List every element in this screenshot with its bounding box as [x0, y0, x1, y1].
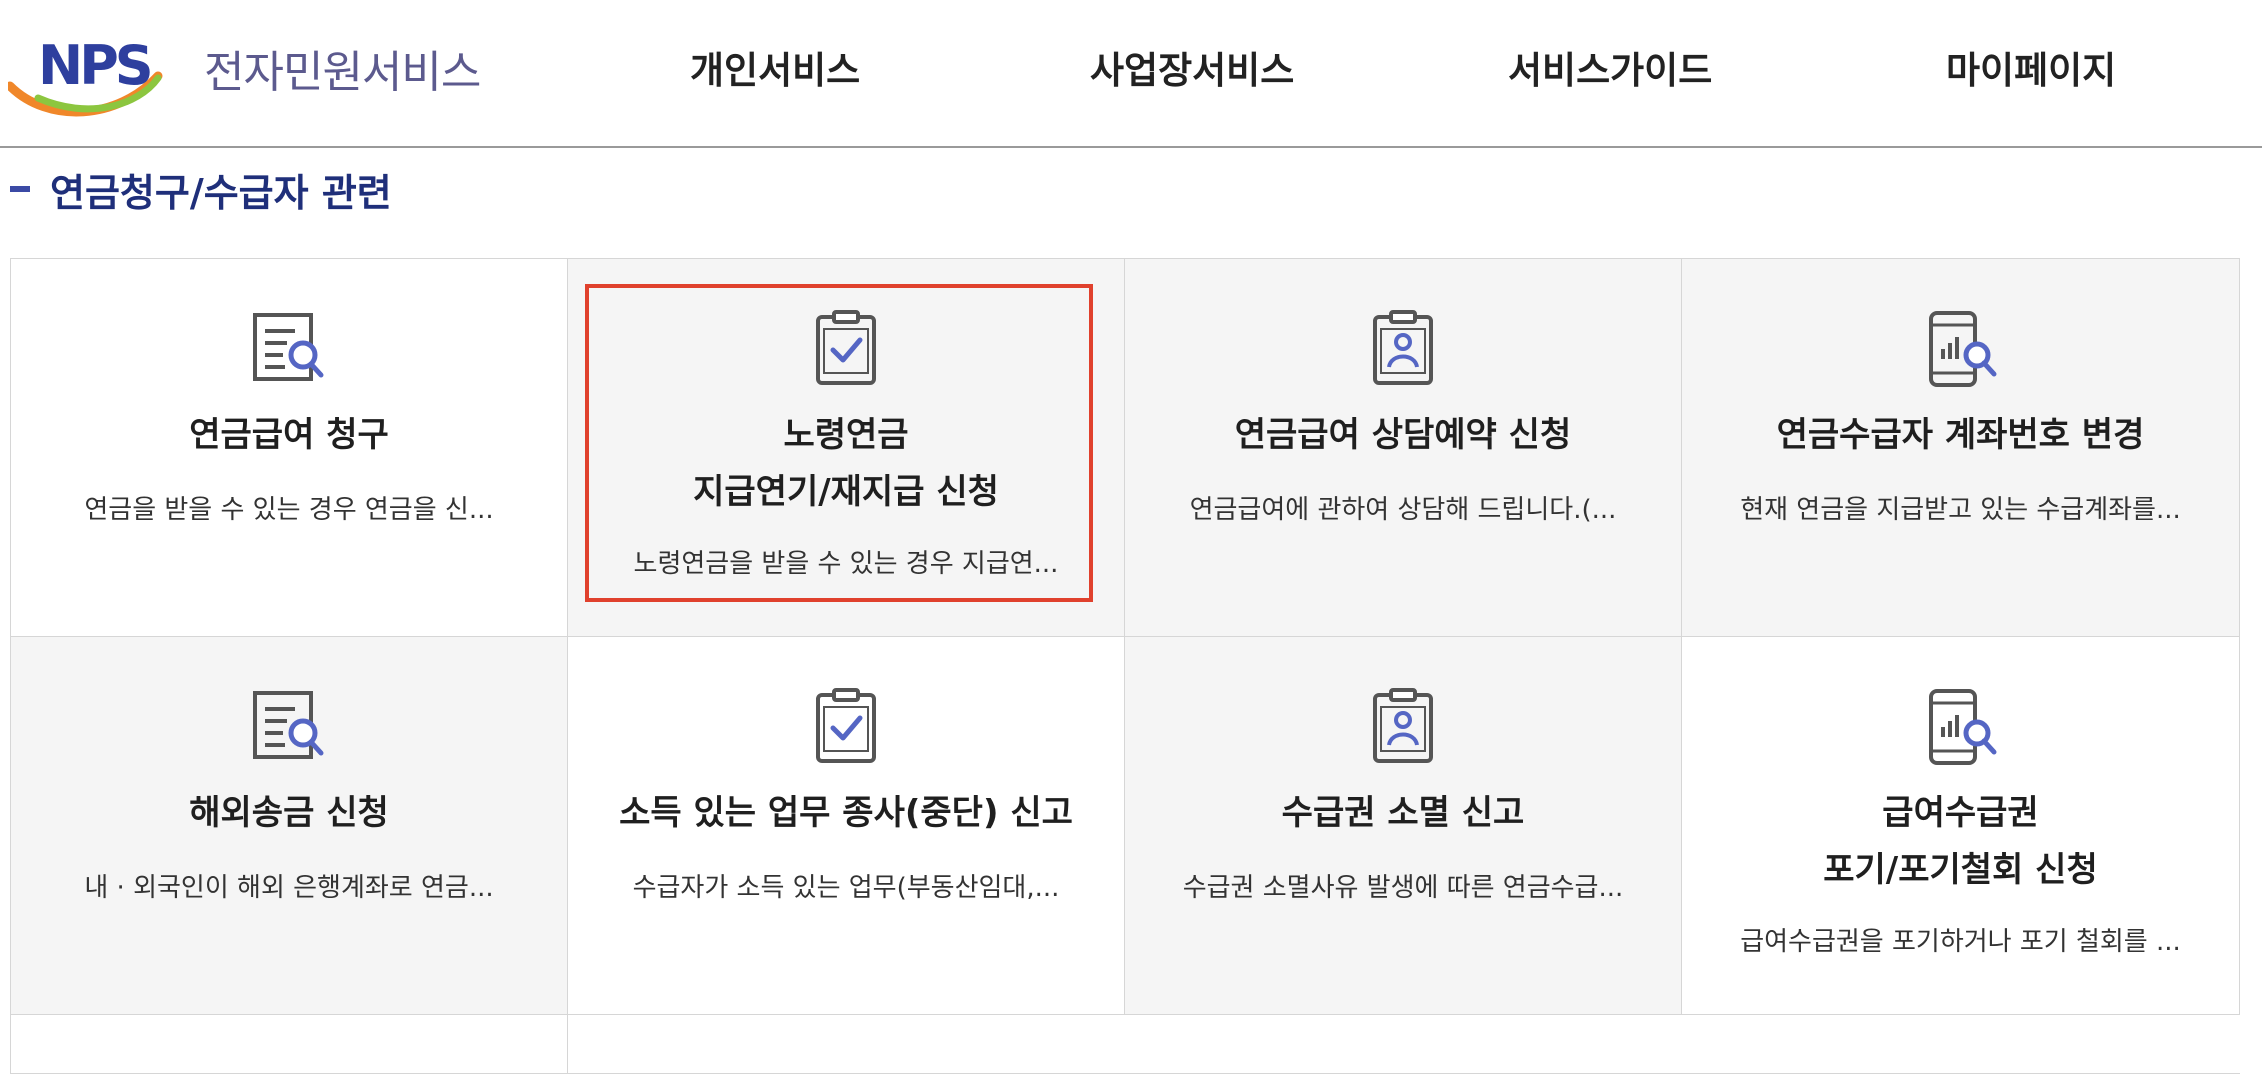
nav-mypage[interactable]: 마이페이지	[1946, 40, 2116, 94]
section-heading: 연금청구/수급자 관련	[10, 164, 392, 215]
clipboard-check-icon	[806, 687, 886, 767]
site-header: NPS 전자민원서비스 개인서비스 사업장서비스 서비스가이드 마이페이지	[0, 0, 2262, 148]
service-title: 급여수급권	[1882, 793, 2039, 833]
service-title: 소득 있는 업무 종사(중단) 신고	[619, 793, 1073, 833]
service-description: 급여수급권을 포기하거나 포기 철회를 ...	[1740, 927, 2181, 957]
section-title: 연금청구/수급자 관련	[50, 170, 392, 215]
nav-service-guide[interactable]: 서비스가이드	[1508, 40, 1712, 94]
service-grid: 연금급여 청구 연금을 받을 수 있는 경우 연금을 신... 노령연금 지급연기/재…	[10, 258, 2240, 1074]
service-description: 연금을 받을 수 있는 경우 연금을 신...	[84, 495, 494, 525]
mobile-chart-search-icon	[1921, 309, 2001, 389]
service-description: 현재 연금을 지급받고 있는 수급계좌를...	[1740, 495, 2181, 525]
service-card[interactable]: 노령연금지급연기/재지급 신청노령연금을 받을 수 있는 경우 지급연...	[567, 258, 1125, 637]
clipboard-check-icon	[806, 309, 886, 389]
service-card[interactable]: 급여수급권포기/포기철회 신청급여수급권을 포기하거나 포기 철회를 ...	[1681, 636, 2240, 1015]
nav-personal-service[interactable]: 개인서비스	[690, 40, 860, 94]
service-card[interactable]: 소득 있는 업무 종사(중단) 신고수급자가 소득 있는 업무(부동산임대,..…	[567, 636, 1125, 1015]
service-title: 포기/포기철회 신청	[1823, 850, 2098, 890]
section-dash	[10, 186, 30, 192]
service-description: 수급권 소멸사유 발생에 따른 연금수급...	[1182, 873, 1624, 903]
document-search-icon	[249, 687, 329, 767]
service-title: 노령연금	[783, 415, 909, 455]
main-nav: 개인서비스 사업장서비스 서비스가이드 마이페이지	[0, 0, 2262, 148]
service-card[interactable]: 연금급여 상담예약 신청연금급여에 관하여 상담해 드립니다.(...	[1124, 258, 1682, 637]
document-search-icon	[249, 309, 329, 389]
clipboard-person-icon	[1363, 309, 1443, 389]
service-description: 수급자가 소득 있는 업무(부동산임대,...	[632, 873, 1060, 903]
service-description: 연금급여에 관하여 상담해 드립니다.(...	[1189, 495, 1617, 525]
service-description: 내 · 외국인이 해외 은행계좌로 연금...	[84, 873, 494, 903]
service-description: 노령연금을 받을 수 있는 경우 지급연...	[633, 549, 1059, 579]
mobile-chart-search-icon	[1921, 687, 2001, 767]
service-title: 지급연기/재지급 신청	[693, 472, 999, 512]
service-card[interactable]: 해외송금 신청내 · 외국인이 해외 은행계좌로 연금...	[10, 636, 568, 1015]
service-title: 수급권 소멸 신고	[1281, 793, 1525, 833]
service-title: 연금수급자 계좌번호 변경	[1776, 415, 2145, 455]
nav-business-service[interactable]: 사업장서비스	[1090, 40, 1294, 94]
service-card-partial	[567, 1014, 2240, 1074]
service-card[interactable]: 연금수급자 계좌번호 변경현재 연금을 지급받고 있는 수급계좌를...	[1681, 258, 2240, 637]
clipboard-person-icon	[1363, 687, 1443, 767]
service-card[interactable]: 수급권 소멸 신고수급권 소멸사유 발생에 따른 연금수급...	[1124, 636, 1682, 1015]
service-card-partial	[10, 1014, 568, 1074]
service-card[interactable]: 연금급여 청구연금을 받을 수 있는 경우 연금을 신...	[10, 258, 568, 637]
service-title: 해외송금 신청	[189, 793, 389, 833]
service-title: 연금급여 청구	[189, 415, 389, 455]
service-title: 연금급여 상담예약 신청	[1234, 415, 1572, 455]
